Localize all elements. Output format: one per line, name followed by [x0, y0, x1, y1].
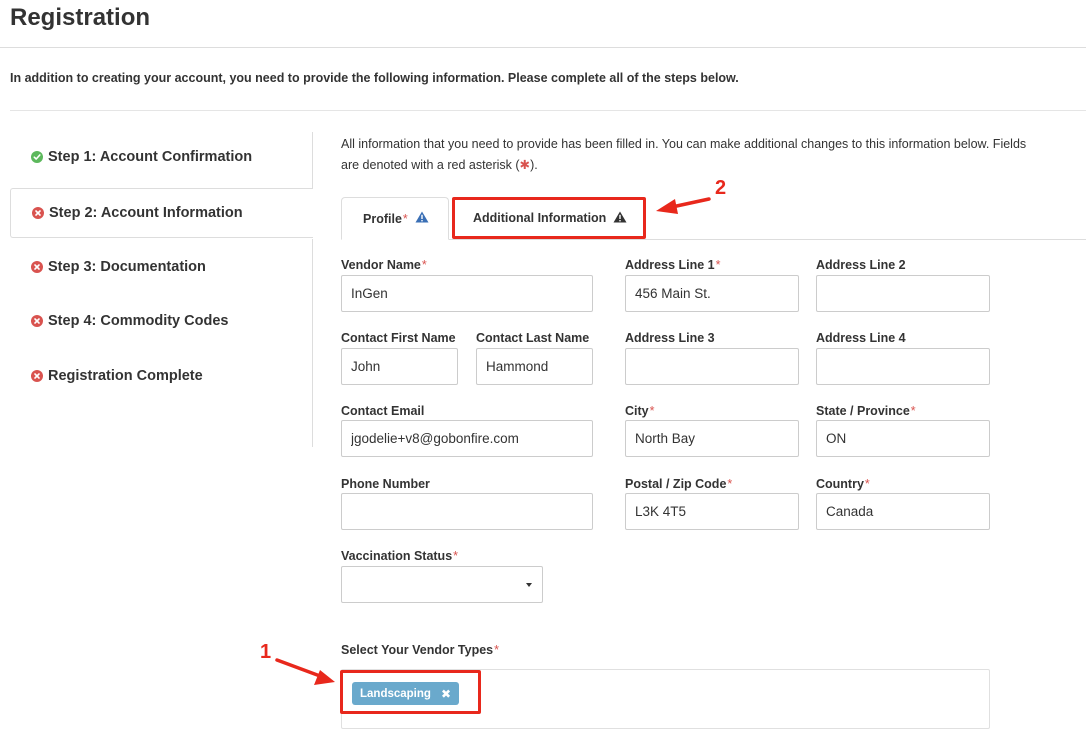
contact-first-name-input[interactable] — [341, 348, 458, 385]
phone-number-input[interactable] — [341, 493, 593, 530]
country-label: Country* — [816, 477, 870, 491]
header-divider — [0, 47, 1086, 48]
caret-down-icon — [526, 583, 532, 587]
sidebar-divider — [312, 239, 313, 447]
vendor-name-label: Vendor Name* — [341, 258, 427, 272]
annotation-number-2: 2 — [715, 177, 727, 199]
step-account-confirmation[interactable]: Step 1: Account Confirmation — [10, 132, 313, 182]
postal-code-label: Postal / Zip Code* — [625, 477, 733, 491]
city-input[interactable] — [625, 420, 799, 457]
country-input[interactable] — [816, 493, 990, 530]
info-line-2: are denoted with a red asterisk (✱). — [341, 158, 538, 172]
state-province-label: State / Province* — [816, 404, 916, 418]
phone-number-label: Phone Number — [341, 477, 430, 491]
address-line-1-label: Address Line 1* — [625, 258, 721, 272]
page-title: Registration — [10, 4, 151, 31]
x-circle-icon — [31, 370, 43, 382]
state-province-input[interactable] — [816, 420, 990, 457]
step-label: Step 4: Commodity Codes — [48, 313, 229, 329]
step-label: Step 1: Account Confirmation — [48, 149, 253, 165]
sidebar-divider — [312, 132, 313, 188]
intro-text: In addition to creating your account, yo… — [10, 71, 739, 85]
vendor-types-label: Select Your Vendor Types* — [341, 643, 500, 657]
info-message: All information that you need to provide… — [341, 134, 1086, 176]
address-line-2-input[interactable] — [816, 275, 990, 312]
contact-last-name-input[interactable] — [476, 348, 593, 385]
city-label: City* — [625, 404, 655, 418]
arrow-1-icon — [275, 658, 335, 685]
vendor-name-input[interactable] — [341, 275, 593, 312]
vaccination-status-label: Vaccination Status* — [341, 549, 459, 563]
tab-label: Profile — [363, 211, 402, 226]
vaccination-status-select[interactable] — [341, 566, 543, 603]
contact-email-input[interactable] — [341, 420, 593, 457]
tabs-divider — [341, 239, 1086, 240]
warning-triangle-icon — [415, 211, 429, 226]
x-circle-icon — [32, 207, 44, 219]
step-label: Step 2: Account Information — [49, 205, 243, 221]
annotation-number-1: 1 — [260, 641, 272, 663]
info-line-1: All information that you need to provide… — [341, 137, 1027, 151]
annotation-box-2 — [452, 197, 646, 239]
required-asterisk-icon: ✱ — [519, 158, 531, 172]
address-line-3-input[interactable] — [625, 348, 799, 385]
x-circle-icon — [31, 315, 43, 327]
address-line-4-label: Address Line 4 — [816, 331, 906, 345]
contact-email-label: Contact Email — [341, 404, 425, 418]
address-line-4-input[interactable] — [816, 348, 990, 385]
address-line-2-label: Address Line 2 — [816, 258, 906, 272]
tab-profile[interactable]: Profile * — [341, 197, 449, 240]
step-label: Step 3: Documentation — [48, 259, 206, 275]
step-account-information[interactable]: Step 2: Account Information — [10, 188, 313, 238]
arrow-2-icon — [656, 197, 711, 214]
intro-divider — [10, 110, 1086, 111]
contact-last-name-label: Contact Last Name — [476, 331, 590, 345]
step-commodity-codes[interactable]: Step 4: Commodity Codes — [10, 296, 313, 346]
check-circle-icon — [31, 151, 43, 163]
postal-code-input[interactable] — [625, 493, 799, 530]
step-registration-complete[interactable]: Registration Complete — [10, 351, 313, 401]
contact-first-name-label: Contact First Name — [341, 331, 456, 345]
address-line-3-label: Address Line 3 — [625, 331, 715, 345]
x-circle-icon — [31, 261, 43, 273]
address-line-1-input[interactable] — [625, 275, 799, 312]
step-documentation[interactable]: Step 3: Documentation — [10, 242, 313, 292]
annotation-box-1 — [340, 670, 481, 714]
step-label: Registration Complete — [48, 368, 203, 384]
